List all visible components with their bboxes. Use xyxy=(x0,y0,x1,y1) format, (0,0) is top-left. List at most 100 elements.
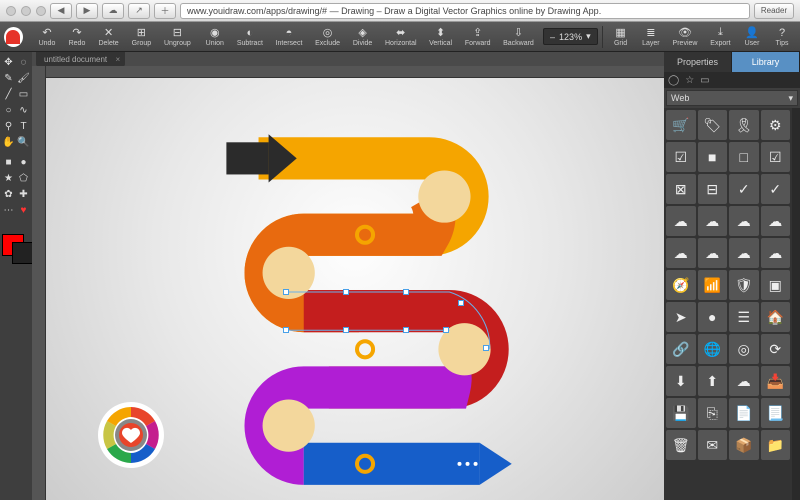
url-bar[interactable]: www.youidraw.com/apps/drawing/# — Drawin… xyxy=(180,3,750,19)
menu-icon[interactable]: ☰ xyxy=(729,302,759,332)
vertical-button[interactable]: ⬍Vertical xyxy=(424,24,458,49)
cloud-x-icon[interactable]: ☁ xyxy=(761,238,791,268)
gear-icon[interactable]: ⚙ xyxy=(761,110,791,140)
divide-button[interactable]: ◈Divide xyxy=(347,24,377,49)
pen-tool[interactable]: ✎ xyxy=(2,72,15,85)
redo-button[interactable]: ↷Redo xyxy=(63,24,91,49)
add-button[interactable]: ＋ xyxy=(154,3,176,19)
shape-polygon[interactable]: ⬠ xyxy=(17,172,30,185)
box-icon[interactable]: 📦 xyxy=(729,430,759,460)
checkbox-checked-icon[interactable]: ☑ xyxy=(666,142,696,172)
window-controls[interactable] xyxy=(6,6,46,16)
shape-square[interactable]: ■ xyxy=(2,156,15,169)
document-tab[interactable]: untitled document xyxy=(36,52,125,67)
shape-circle[interactable]: ● xyxy=(17,156,30,169)
shape-plus[interactable]: ✚ xyxy=(17,188,30,201)
cart-icon[interactable]: 🛒 xyxy=(666,110,696,140)
selection-handle[interactable] xyxy=(403,327,409,333)
wifi-icon[interactable]: 📶 xyxy=(698,270,728,300)
file-icon[interactable]: 📁 xyxy=(761,430,791,460)
delete-button[interactable]: ✕Delete xyxy=(93,24,124,49)
ellipse-tool[interactable]: ○ xyxy=(2,104,15,117)
forward-button-z[interactable]: ⇪Forward xyxy=(460,24,496,49)
hand-tool[interactable]: ✋ xyxy=(2,136,15,149)
shape-heart[interactable]: ♥ xyxy=(17,204,30,217)
page-icon[interactable]: 📃 xyxy=(761,398,791,428)
save-icon[interactable]: 💾 xyxy=(666,398,696,428)
square-outline-icon[interactable]: □ xyxy=(729,142,759,172)
text-tool[interactable]: T xyxy=(17,120,30,133)
cloud-down-icon[interactable]: ☁ xyxy=(698,206,728,236)
cloud-button[interactable]: ☁ xyxy=(102,3,124,19)
group-button[interactable]: ⊞Group xyxy=(126,24,156,49)
cloud-up-icon[interactable]: ☁ xyxy=(666,206,696,236)
forward-button[interactable]: ▶ xyxy=(76,3,98,19)
square-filled-icon[interactable]: ■ xyxy=(698,142,728,172)
shape-more[interactable]: ⋯ xyxy=(2,204,15,217)
back-button[interactable]: ◀ xyxy=(50,3,72,19)
ungroup-button[interactable]: ⊟Ungroup xyxy=(159,24,196,49)
cloud-plus-icon[interactable]: ☁ xyxy=(666,238,696,268)
target-icon[interactable]: ◎ xyxy=(729,334,759,364)
mail-icon[interactable]: ✉ xyxy=(698,430,728,460)
selection-handle[interactable] xyxy=(343,289,349,295)
home-icon[interactable]: 🏠 xyxy=(761,302,791,332)
star-icon[interactable]: ☆ xyxy=(685,75,694,86)
selection-handle[interactable] xyxy=(283,289,289,295)
selection-handle[interactable] xyxy=(403,289,409,295)
rect-tool[interactable]: ▭ xyxy=(17,88,30,101)
backward-button-z[interactable]: ⇩Backward xyxy=(498,24,539,49)
preview-button[interactable]: 👁Preview xyxy=(667,24,703,49)
folder-icon[interactable]: ▭ xyxy=(700,75,709,86)
tab-library[interactable]: Library xyxy=(732,52,800,72)
undo-button[interactable]: ↶Undo xyxy=(33,24,61,49)
shape-gear[interactable]: ✿ xyxy=(2,188,15,201)
cursor-icon[interactable]: ➤ xyxy=(666,302,696,332)
eyedropper-tool[interactable]: ⚲ xyxy=(2,120,15,133)
library-scrollbar[interactable] xyxy=(792,108,800,500)
compass-icon[interactable]: 🧭 xyxy=(666,270,696,300)
intersect-button[interactable]: ◓Intersect xyxy=(270,25,307,49)
app-logo[interactable] xyxy=(4,27,23,47)
check-icon[interactable]: ✓ xyxy=(729,174,759,204)
inbox-icon[interactable]: 📥 xyxy=(761,366,791,396)
layer-button[interactable]: ≣Layer xyxy=(637,24,666,49)
line-tool[interactable]: ╱ xyxy=(2,88,15,101)
shape-star[interactable]: ★ xyxy=(2,172,15,185)
lasso-tool[interactable]: ◌ xyxy=(17,56,30,69)
union-button[interactable]: ◉Union xyxy=(200,24,229,49)
document-icon[interactable]: 📄 xyxy=(729,398,759,428)
exclude-button[interactable]: ◎Exclude xyxy=(310,24,346,49)
tips-button[interactable]: ?Tips xyxy=(768,25,796,49)
link-icon[interactable]: 🔗 xyxy=(666,334,696,364)
zoom-tool[interactable]: 🔍 xyxy=(17,136,30,149)
js-icon[interactable]: ▣ xyxy=(761,270,791,300)
cloud-minus-icon[interactable]: ☁ xyxy=(698,238,728,268)
selection-handle[interactable] xyxy=(483,345,489,351)
move-tool[interactable]: ✥ xyxy=(2,56,15,69)
refresh-icon[interactable]: ⟳ xyxy=(761,334,791,364)
cloud-sync-icon[interactable]: ☁ xyxy=(729,206,759,236)
stroke-swatch[interactable] xyxy=(12,242,34,264)
tag-icon[interactable]: 🏷 xyxy=(698,110,728,140)
horizontal-button[interactable]: ⬌Horizontal xyxy=(380,24,422,49)
globe-icon[interactable]: 🌐 xyxy=(698,334,728,364)
circle-icon[interactable]: ● xyxy=(698,302,728,332)
canvas[interactable] xyxy=(46,78,664,500)
user-button[interactable]: 👤User xyxy=(738,24,766,49)
copy-icon[interactable]: ⎘ xyxy=(698,398,728,428)
trash-icon[interactable]: 🗑 xyxy=(666,430,696,460)
color-wheel-widget[interactable] xyxy=(96,400,166,470)
ribbon-icon[interactable]: 🎗 xyxy=(729,110,759,140)
subtract-button[interactable]: ◐Subtract xyxy=(231,25,268,49)
close-box-icon[interactable]: ⊠ xyxy=(666,174,696,204)
selection-handle[interactable] xyxy=(443,327,449,333)
selection-handle[interactable] xyxy=(343,327,349,333)
bulb-icon[interactable]: ◯ xyxy=(668,75,679,86)
download-icon[interactable]: ⬇ xyxy=(666,366,696,396)
library-category-select[interactable]: Web▾ xyxy=(666,90,798,106)
minus-box-icon[interactable]: ⊟ xyxy=(698,174,728,204)
cloud-download-icon[interactable]: ☁ xyxy=(729,366,759,396)
reader-button[interactable]: Reader xyxy=(754,3,794,19)
double-check-icon[interactable]: ✓ xyxy=(761,174,791,204)
